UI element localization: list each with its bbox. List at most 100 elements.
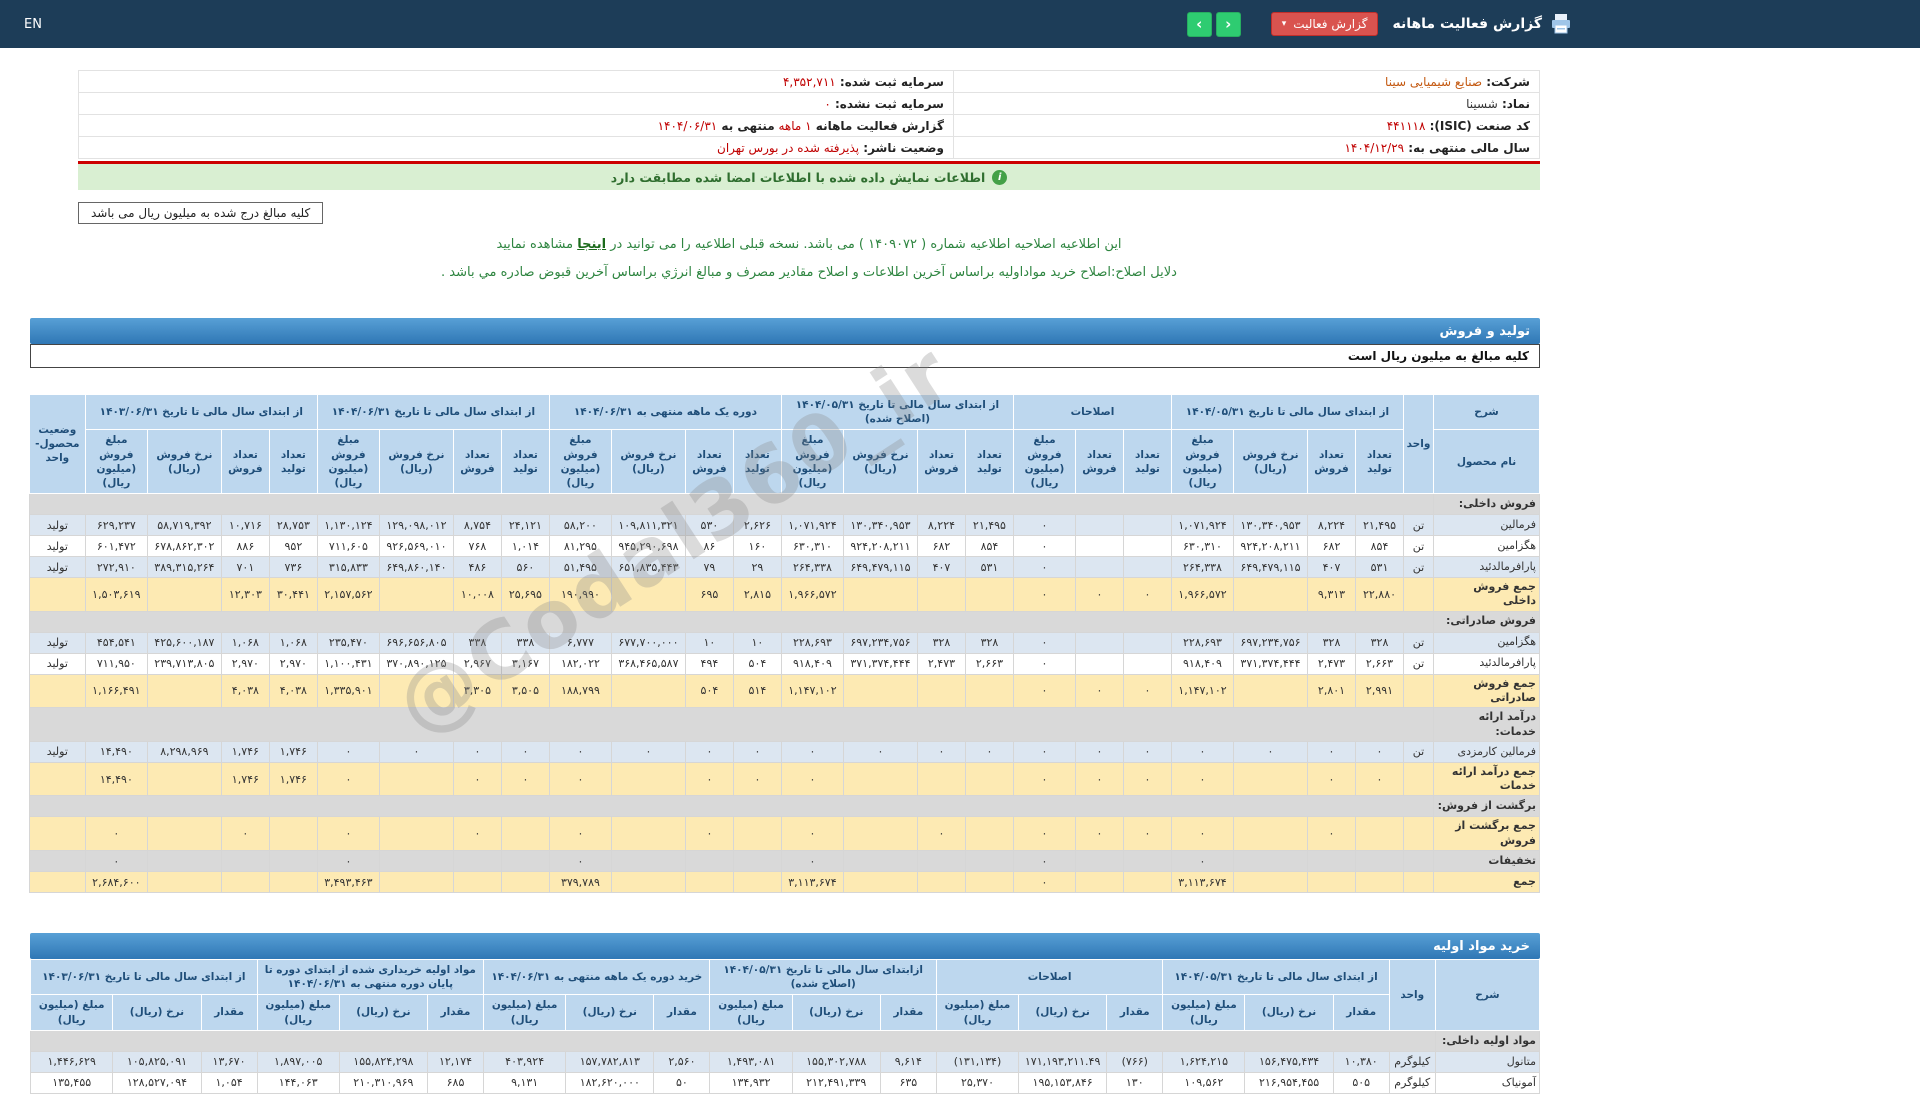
cell: تولید: [28, 556, 86, 579]
cell: تن: [1403, 652, 1434, 675]
cell: [732, 850, 782, 872]
cell: [842, 816, 918, 851]
cell: ۱,۹۶۶,۵۷۲: [780, 577, 844, 612]
cell: ۱۳,۶۷۰: [200, 1050, 258, 1073]
cell: ۱,۱۰۰,۴۳۱: [316, 652, 380, 675]
cell: ۰: [1122, 740, 1172, 763]
cell: [500, 850, 550, 872]
column-header: تعداد تولید: [268, 429, 318, 495]
cell: ۱۴,۴۹۰: [84, 740, 148, 763]
cell: ۱۵۷,۷۸۲,۸۱۳: [565, 1050, 655, 1073]
next-report-button[interactable]: ›: [1186, 11, 1212, 37]
cell: تن: [1403, 631, 1434, 654]
section-filler: [30, 1029, 1436, 1052]
cell: [146, 761, 222, 797]
cell: ۲۲۸,۶۹۳: [780, 631, 844, 654]
cell: ۰: [916, 816, 966, 851]
cell: ۰: [1012, 556, 1076, 579]
cell: ۲,۶۸۴,۶۰۰: [84, 871, 148, 893]
language-switch-en[interactable]: EN: [24, 17, 42, 32]
cell: ۰: [1012, 740, 1076, 763]
cell: ۱,۰۵۴: [200, 1071, 258, 1094]
cell: ۵۶۰: [500, 556, 550, 579]
cell: [964, 871, 1014, 893]
cell: [1403, 673, 1434, 709]
column-header: شرح: [1433, 393, 1540, 431]
prev-report-button[interactable]: ‹: [1215, 11, 1241, 37]
company-field-left: سرمایه ثبت نشده: ۰: [78, 92, 954, 115]
table-row: فرمالین کارمزدی تن ۰ ۰ ۰ ۰ ۰ ۰ ۰ ۰ ۰ ۰ ۰ ۰ ۰ ۰ ۰ ۰ ۰ ۰ ۰ ۱,۷۴…: [28, 740, 1540, 763]
cell: ۳,۴۹۳,۴۶۳: [316, 871, 380, 893]
column-header: تعداد فروش: [452, 429, 502, 495]
cell: [1122, 514, 1172, 537]
cell: ۱,۵۰۳,۶۱۹: [84, 577, 148, 612]
cell: [732, 816, 782, 851]
section-raw-materials: خرید مواد اولیه: [30, 933, 1540, 959]
column-header: مبلغ (میلیون ریال): [483, 994, 567, 1031]
cell: [1233, 577, 1308, 612]
cell: ۱,۷۴۶: [268, 740, 318, 763]
company-field-right: سال مالی منتهی به: ۱۴۰۴/۱۲/۲۹: [952, 136, 1541, 159]
cell: ۰: [316, 816, 380, 851]
column-header: از ابتدای سال مالی تا تاریخ ۱۴۰۴/۰۶/۳۱: [316, 393, 550, 431]
cell: ۲۷۲,۹۱۰: [84, 556, 148, 579]
cell: ۹,۱۳۱: [483, 1071, 567, 1094]
column-header: اصلاحات: [1012, 393, 1172, 431]
cell: ۰: [1307, 816, 1356, 851]
cell: ۳۲۸: [964, 631, 1014, 654]
cell: ۱۹۰,۹۹۰: [548, 577, 612, 612]
cell: ۵۳۱: [1355, 556, 1404, 579]
row-label: جمع درآمد ارائه خدمات: [1433, 761, 1540, 797]
cell: ۱,۱۴۷,۱۰۲: [1170, 673, 1235, 709]
column-header: نرخ (ریال): [1018, 994, 1108, 1031]
cell: ۰: [220, 816, 270, 851]
cell: ۰: [780, 740, 844, 763]
row-label: تخفیفات: [1433, 850, 1540, 872]
cell: ۰: [780, 816, 844, 851]
cell: تن: [1403, 556, 1434, 579]
cell: ۳,۱۱۳,۶۷۴: [1170, 871, 1235, 893]
cell: ۰: [548, 761, 612, 797]
company-info-table: شرکت: صنایع شیمیایی سینا سرمایه ثبت شده:…: [78, 70, 1541, 159]
column-header: مبلغ (میلیون ریال): [709, 994, 793, 1031]
column-header: از ابتدای سال مالی تا تاریخ ۱۴۰۴/۰۵/۳۱: [1162, 958, 1390, 996]
cell: [916, 673, 966, 709]
cell: ۲۵,۳۷۰: [935, 1071, 1020, 1094]
cell: ۱,۷۴۶: [268, 761, 318, 797]
cell: ۵۱۴: [732, 673, 782, 709]
report-type-button[interactable]: گزارش فعالیت ▾: [1270, 12, 1379, 36]
signature-match-bar: i اطلاعات نمایش داده شده با اطلاعات امضا…: [78, 164, 1540, 190]
cell: ۱۰۹,۸۱۱,۳۲۱: [610, 514, 686, 537]
cell: ۸۶: [684, 535, 734, 558]
cell: ۰: [732, 740, 782, 763]
cell: ۱۳۰: [1106, 1071, 1164, 1094]
cell: [500, 871, 550, 893]
cell: تن: [1403, 535, 1434, 558]
cell: ۸۱,۲۹۵: [548, 535, 612, 558]
cell: ۰: [1122, 673, 1172, 709]
cell: ۶۹۷,۲۳۴,۷۵۶: [842, 631, 918, 654]
column-header: نرخ (ریال): [112, 994, 202, 1031]
section-title: تولید و فروش: [1439, 323, 1530, 339]
cell: تولید: [28, 631, 86, 654]
cell: ۰: [1355, 740, 1404, 763]
column-header: از ابتدای سال مالی تا تاریخ ۱۴۰۴/۰۵/۳۱: [1170, 393, 1405, 431]
cell: ۹۵۲: [268, 535, 318, 558]
cell: [1074, 652, 1124, 675]
cell: ۱۳۰,۳۴۰,۹۵۳: [842, 514, 918, 537]
cell: ۰: [780, 850, 844, 872]
previous-version-link[interactable]: اینجا: [577, 237, 606, 252]
row-label: جمع فروش صادراتی: [1433, 673, 1540, 709]
cell: [1122, 631, 1172, 654]
cell: ۰: [732, 761, 782, 797]
column-header: مبلغ فروش (میلیون ریال): [1170, 429, 1235, 495]
cell: ۶۴۹,۸۶۰,۱۴۰: [378, 556, 454, 579]
cell: ۱۰۵,۸۲۵,۰۹۱: [112, 1050, 202, 1073]
cell: ۶۹۶,۶۵۶,۸۰۵: [378, 631, 454, 654]
print-icon[interactable]: [1550, 13, 1572, 35]
row-label: هگزامین: [1433, 535, 1540, 558]
amendment-text-pre: این اطلاعیه اصلاحیه اطلاعیه شماره ( ۱۴۰۹…: [606, 237, 1122, 252]
cell: ۰: [964, 740, 1014, 763]
cell: [146, 871, 222, 893]
cell: ۰: [1170, 816, 1235, 851]
